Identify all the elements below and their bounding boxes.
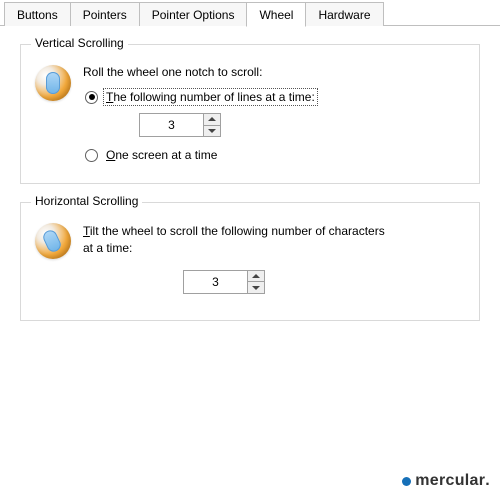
chevron-up-icon (252, 274, 260, 278)
tilt-wheel-icon (35, 223, 71, 259)
lines-value[interactable]: 3 (139, 113, 203, 137)
mouse-properties-window: { "tabs": { "buttons": "Buttons", "point… (0, 0, 500, 500)
wheel-icon (35, 65, 71, 101)
tab-hardware[interactable]: Hardware (305, 2, 383, 26)
radio-screen-label: One screen at a time (104, 147, 219, 163)
group-legend-vertical: Vertical Scrolling (31, 36, 128, 50)
tab-buttons[interactable]: Buttons (4, 2, 71, 26)
tab-wheel[interactable]: Wheel (246, 2, 306, 27)
radio-lines[interactable] (85, 91, 98, 104)
vertical-instruction: Roll the wheel one notch to scroll: (83, 65, 465, 79)
chevron-down-icon (252, 286, 260, 290)
chars-value[interactable]: 3 (183, 270, 247, 294)
tab-pointers[interactable]: Pointers (70, 2, 140, 26)
chars-spinner-row: 3 (183, 270, 465, 294)
chars-spinner[interactable]: 3 (183, 270, 265, 294)
lines-decrease-button[interactable] (203, 125, 221, 138)
group-vertical-scrolling: Vertical Scrolling Roll the wheel one no… (20, 44, 480, 184)
tab-strip: Buttons Pointers Pointer Options Wheel H… (0, 0, 500, 26)
radio-screen[interactable] (85, 149, 98, 162)
lines-increase-button[interactable] (203, 113, 221, 125)
horizontal-instruction: Tilt the wheel to scroll the following n… (83, 223, 393, 258)
watermark-dot-icon (402, 477, 411, 486)
lines-spinner[interactable]: 3 (139, 113, 221, 137)
lines-spinner-row: 3 (139, 113, 465, 137)
tab-pointer-options[interactable]: Pointer Options (139, 2, 248, 26)
radio-lines-row[interactable]: The following number of lines at a time: (85, 89, 465, 105)
radio-screen-row[interactable]: One screen at a time (85, 147, 465, 163)
watermark: mercular. (402, 472, 490, 490)
radio-lines-label: The following number of lines at a time: (104, 89, 317, 105)
chevron-down-icon (208, 129, 216, 133)
chevron-up-icon (208, 117, 216, 121)
wheel-pane: Vertical Scrolling Roll the wheel one no… (0, 26, 500, 347)
chars-increase-button[interactable] (247, 270, 265, 282)
group-legend-horizontal: Horizontal Scrolling (31, 194, 142, 208)
group-horizontal-scrolling: Horizontal Scrolling Tilt the wheel to s… (20, 202, 480, 321)
chars-decrease-button[interactable] (247, 281, 265, 294)
